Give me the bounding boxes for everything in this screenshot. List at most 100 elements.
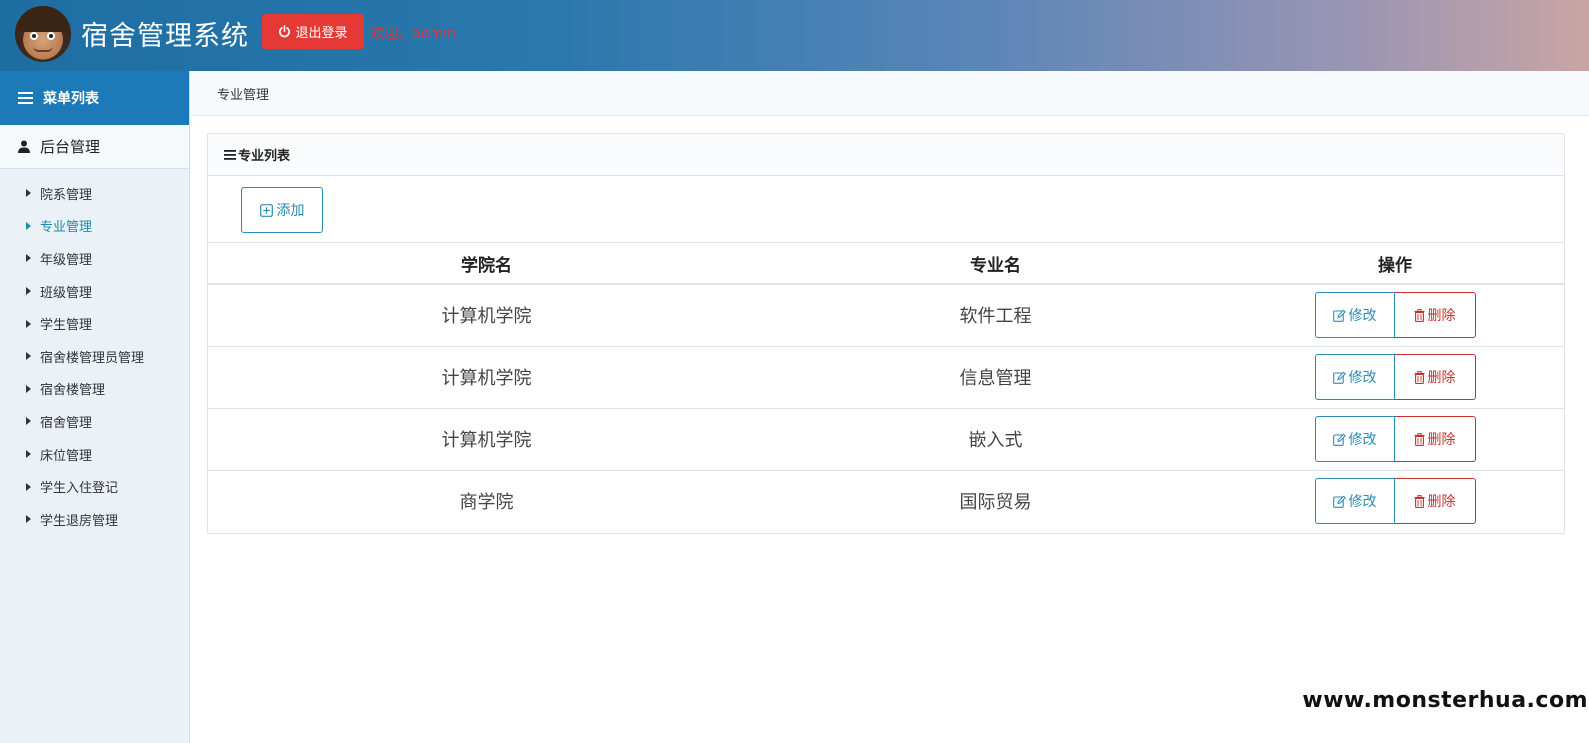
edit-button[interactable]: 修改 bbox=[1314, 292, 1395, 339]
menu-list-title: 菜单列表 bbox=[43, 91, 99, 107]
sidebar-item[interactable]: 院系管理 bbox=[0, 177, 189, 210]
menu-icon bbox=[18, 92, 33, 104]
caret-right-icon bbox=[26, 287, 31, 296]
table-row: 计算机学院 信息管理 修改 删除 bbox=[208, 346, 1564, 409]
breadcrumb: 专业管理 bbox=[191, 71, 1589, 116]
column-header: 学院名 bbox=[208, 243, 765, 285]
sidebar: 菜单列表 后台管理 院系管理专业管理年级管理班级管理学生管理宿舍楼管理员管理宿舍… bbox=[0, 71, 190, 743]
table-row: 计算机学院 嵌入式 修改 删除 bbox=[208, 408, 1564, 471]
actions-cell: 修改 删除 bbox=[1226, 284, 1564, 347]
sidebar-item-label: 班级管理 bbox=[40, 285, 93, 301]
sidebar-item[interactable]: 宿舍管理 bbox=[0, 405, 189, 438]
trash-icon bbox=[1414, 308, 1425, 322]
logout-button[interactable]: 退出登录 bbox=[262, 14, 364, 49]
nav-list: 院系管理专业管理年级管理班级管理学生管理宿舍楼管理员管理宿舍楼管理宿舍管理床位管… bbox=[0, 169, 189, 536]
trash-icon bbox=[1414, 494, 1425, 508]
list-icon bbox=[224, 149, 236, 160]
major-cell: 软件工程 bbox=[765, 284, 1226, 347]
delete-button[interactable]: 删除 bbox=[1394, 292, 1476, 339]
edit-label: 修改 bbox=[1348, 308, 1377, 325]
sidebar-item[interactable]: 学生管理 bbox=[0, 307, 189, 340]
column-header: 操作 bbox=[1226, 243, 1564, 285]
sidebar-item[interactable]: 专业管理 bbox=[0, 210, 189, 243]
avatar bbox=[15, 6, 71, 62]
row-actions: 修改 删除 bbox=[1314, 354, 1476, 400]
plus-square-icon bbox=[259, 203, 273, 217]
edit-button[interactable]: 修改 bbox=[1314, 354, 1395, 400]
edit-label: 修改 bbox=[1348, 432, 1377, 448]
delete-button[interactable]: 删除 bbox=[1394, 478, 1476, 525]
college-cell: 计算机学院 bbox=[208, 346, 765, 409]
panel-header: 专业列表 bbox=[208, 134, 1564, 176]
actions-cell: 修改 删除 bbox=[1226, 408, 1564, 471]
trash-icon bbox=[1414, 370, 1425, 384]
actions-cell: 修改 删除 bbox=[1226, 346, 1564, 409]
section-backend[interactable]: 后台管理 bbox=[0, 125, 189, 169]
sidebar-item-label: 宿舍管理 bbox=[40, 415, 93, 431]
actions-cell: 修改 删除 bbox=[1226, 470, 1564, 532]
delete-button[interactable]: 删除 bbox=[1394, 354, 1476, 400]
caret-right-icon bbox=[26, 254, 31, 263]
welcome-text: 欢迎，admin bbox=[370, 26, 456, 42]
college-cell: 计算机学院 bbox=[208, 408, 765, 471]
edit-button[interactable]: 修改 bbox=[1314, 416, 1395, 462]
college-cell: 计算机学院 bbox=[208, 284, 765, 347]
sidebar-item-label: 宿舍楼管理 bbox=[40, 383, 106, 399]
menu-list-header[interactable]: 菜单列表 bbox=[0, 71, 189, 125]
major-cell: 嵌入式 bbox=[765, 408, 1226, 471]
logout-label: 退出登录 bbox=[295, 26, 348, 41]
panel-title: 专业列表 bbox=[238, 149, 291, 164]
add-button[interactable]: 添加 bbox=[241, 187, 323, 233]
row-actions: 修改 删除 bbox=[1314, 416, 1476, 462]
app-title: 宿舍管理系统 bbox=[81, 21, 249, 52]
sidebar-item[interactable]: 宿舍楼管理员管理 bbox=[0, 340, 189, 373]
sidebar-item-label: 学生退房管理 bbox=[40, 513, 119, 529]
sidebar-item-label: 学生管理 bbox=[40, 318, 93, 334]
caret-right-icon bbox=[26, 352, 31, 361]
user-icon bbox=[18, 140, 30, 153]
breadcrumb-current: 专业管理 bbox=[217, 87, 270, 103]
watermark: www.monsterhua.com bbox=[1302, 688, 1588, 713]
sidebar-item[interactable]: 床位管理 bbox=[0, 438, 189, 471]
row-actions: 修改 删除 bbox=[1314, 478, 1476, 525]
sidebar-item[interactable]: 学生入住登记 bbox=[0, 470, 189, 503]
delete-label: 删除 bbox=[1427, 432, 1456, 448]
section-title: 后台管理 bbox=[40, 138, 101, 156]
major-list-panel: 专业列表 添加 学院名 专业名 操作 计算机学院 软件工程 修改 删除 计算机学院 信息管… bbox=[207, 133, 1565, 534]
panel-toolbar: 添加 bbox=[208, 176, 1564, 243]
sidebar-item-label: 床位管理 bbox=[40, 448, 93, 464]
delete-label: 删除 bbox=[1427, 370, 1456, 386]
sidebar-item-label: 年级管理 bbox=[40, 252, 93, 268]
edit-icon bbox=[1332, 495, 1346, 508]
row-actions: 修改 删除 bbox=[1314, 292, 1476, 339]
trash-icon bbox=[1414, 432, 1425, 446]
sidebar-item[interactable]: 班级管理 bbox=[0, 275, 189, 308]
caret-right-icon bbox=[26, 319, 31, 328]
delete-label: 删除 bbox=[1427, 308, 1456, 325]
major-table: 学院名 专业名 操作 计算机学院 软件工程 修改 删除 计算机学院 信息管理 修改 删除 计算机… bbox=[208, 243, 1564, 532]
top-header: 宿舍管理系统 退出登录 欢迎，admin bbox=[0, 0, 1589, 71]
edit-icon bbox=[1332, 309, 1346, 322]
table-body: 计算机学院 软件工程 修改 删除 计算机学院 信息管理 修改 删除 计算机学院 嵌入式 修改 删除 商学… bbox=[208, 284, 1564, 532]
sidebar-item[interactable]: 学生退房管理 bbox=[0, 503, 189, 536]
table-row: 计算机学院 软件工程 修改 删除 bbox=[208, 284, 1564, 347]
edit-label: 修改 bbox=[1348, 494, 1377, 511]
sidebar-item-label: 专业管理 bbox=[40, 220, 93, 236]
sidebar-item[interactable]: 宿舍楼管理 bbox=[0, 373, 189, 406]
caret-right-icon bbox=[26, 189, 31, 198]
caret-right-icon bbox=[26, 384, 31, 393]
column-header: 专业名 bbox=[765, 243, 1226, 285]
add-label: 添加 bbox=[276, 203, 305, 219]
edit-label: 修改 bbox=[1348, 370, 1377, 386]
delete-label: 删除 bbox=[1427, 494, 1456, 511]
college-cell: 商学院 bbox=[459, 492, 514, 514]
sidebar-item-label: 院系管理 bbox=[40, 187, 93, 203]
sidebar-item-label: 学生入住登记 bbox=[40, 481, 119, 497]
table-row: 商学院 国际贸易 修改 删除 bbox=[208, 470, 1564, 532]
delete-button[interactable]: 删除 bbox=[1394, 416, 1476, 462]
caret-right-icon bbox=[26, 221, 31, 230]
sidebar-item[interactable]: 年级管理 bbox=[0, 242, 189, 275]
edit-button[interactable]: 修改 bbox=[1314, 478, 1395, 525]
major-cell: 国际贸易 bbox=[959, 492, 1032, 514]
table-header-row: 学院名 专业名 操作 bbox=[208, 243, 1564, 285]
